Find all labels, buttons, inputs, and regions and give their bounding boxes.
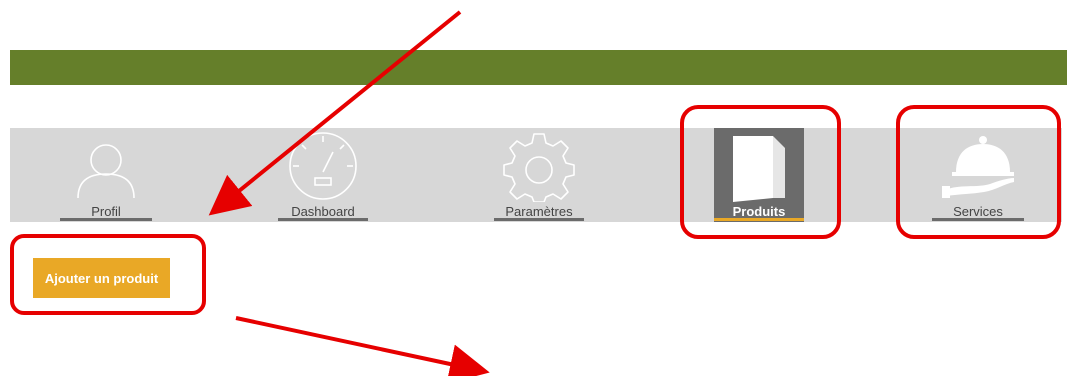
nav-item-label: Services: [953, 204, 1003, 219]
speedometer-icon: [289, 132, 357, 200]
annotation-arrow: [235, 316, 490, 376]
add-product-button[interactable]: Ajouter un produit: [33, 258, 170, 298]
nav-underline: [278, 218, 368, 221]
nav-underline: [714, 218, 804, 221]
gear-icon: [503, 133, 575, 202]
nav-item-dashboard[interactable]: Dashboard: [278, 128, 368, 222]
header-bar: [10, 50, 1067, 85]
shopping-bag-icon: [733, 136, 785, 202]
nav-underline: [494, 218, 584, 221]
nav-item-label: Profil: [91, 204, 121, 219]
nav-item-produits[interactable]: Produits: [714, 128, 804, 222]
nav-item-services[interactable]: Services: [932, 128, 1024, 222]
nav-item-profil[interactable]: Profil: [60, 128, 152, 222]
nav-item-label: Produits: [732, 204, 786, 219]
nav-item-parametres[interactable]: Paramètres: [494, 128, 584, 222]
nav-underline: [60, 218, 152, 221]
nav-underline: [932, 218, 1024, 221]
user-icon: [77, 144, 135, 199]
cloche-service-icon: [942, 136, 1014, 198]
nav-item-label: Paramètres: [505, 204, 573, 219]
nav-item-label: Dashboard: [291, 204, 355, 219]
